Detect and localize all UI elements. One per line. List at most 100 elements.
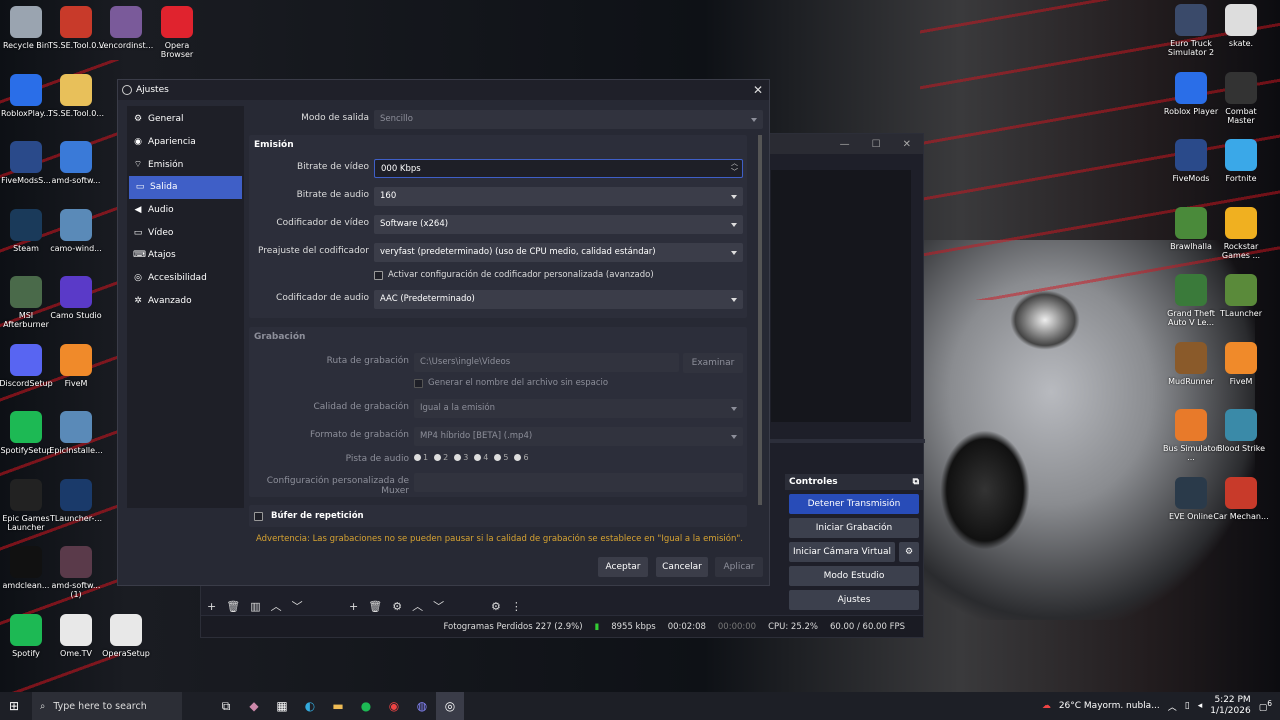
desktop-icon[interactable]: Rockstar Games ...: [1212, 206, 1270, 260]
start-virtual-camera-button[interactable]: Iniciar Cámara Virtual: [789, 542, 895, 562]
audio-bitrate-select[interactable]: 160: [374, 187, 743, 206]
filter-scene-icon[interactable]: ▥: [250, 600, 260, 613]
nav-item-avanzado[interactable]: ✲ Avanzado: [127, 290, 244, 313]
maximize-icon[interactable]: ☐: [872, 139, 881, 150]
output-mode-select[interactable]: Sencillo: [374, 110, 763, 129]
audio-encoder-select[interactable]: AAC (Predeterminado): [374, 290, 743, 309]
start-recording-button[interactable]: Iniciar Grabación: [789, 518, 919, 538]
desktop-icon[interactable]: amd-softw...: [47, 141, 105, 185]
cancel-button[interactable]: Cancelar: [656, 557, 708, 577]
move-down-icon[interactable]: ﹀: [292, 598, 303, 614]
nav-item-emision[interactable]: ⌔ Emisión: [127, 153, 244, 176]
recording-path-input[interactable]: C:\Users\ingle\Videos: [414, 353, 679, 372]
minimize-icon[interactable]: —: [840, 139, 850, 150]
spotify-icon[interactable]: ●: [352, 692, 380, 720]
desktop-icon[interactable]: Opera Browser: [148, 6, 206, 59]
video-encoder-select[interactable]: Software (x264): [374, 215, 743, 234]
nav-item-apariencia[interactable]: ◉ Apariencia: [127, 131, 244, 154]
ok-button[interactable]: Aceptar: [598, 557, 648, 577]
discord-icon[interactable]: ◍: [408, 692, 436, 720]
desktop-icon[interactable]: OperaSetup: [97, 613, 155, 658]
custom-encoder-checkbox[interactable]: Activar configuración de codificador per…: [374, 270, 654, 280]
radio-dot[interactable]: [434, 454, 442, 461]
network-icon[interactable]: ▯: [1185, 701, 1190, 711]
stop-stream-button[interactable]: Detener Transmisión: [789, 494, 919, 514]
desktop-icon[interactable]: EpicInstalle...: [47, 411, 105, 455]
radio-dot[interactable]: [454, 454, 462, 461]
desktop-icon[interactable]: TS.SE.Tool.0...: [47, 73, 105, 118]
desktop-icon[interactable]: TLauncher: [1212, 274, 1270, 318]
no-space-checkbox[interactable]: Generar el nombre del archivo sin espaci…: [414, 378, 608, 388]
add-source-icon[interactable]: +: [349, 600, 358, 613]
desktop-icon[interactable]: skate.: [1212, 4, 1270, 48]
desktop-icon[interactable]: TLauncher-...: [47, 478, 105, 523]
radio-dot[interactable]: [474, 454, 482, 461]
format-select[interactable]: MP4 híbrido [BETA] (.mp4): [414, 427, 743, 446]
store-icon[interactable]: ▦: [268, 692, 296, 720]
desktop-icon[interactable]: Fortnite: [1212, 139, 1270, 183]
more-options-icon[interactable]: ⋮: [511, 600, 522, 613]
nav-item-salida[interactable]: ▭ Salida: [129, 176, 242, 199]
nav-item-video[interactable]: ▭ Vídeo: [127, 221, 244, 244]
spinner-icon[interactable]: ︿ ﹀: [731, 159, 738, 177]
desktop-icon[interactable]: camo-wind...: [47, 208, 105, 253]
audio-track-radio[interactable]: 2: [434, 453, 448, 462]
desktop-icon[interactable]: Combat Master: [1212, 71, 1270, 125]
chevron-up-icon[interactable]: ︿: [1168, 700, 1177, 713]
checkbox-box[interactable]: [374, 270, 383, 280]
undock-icon[interactable]: ⧉: [913, 477, 919, 487]
clock[interactable]: 5:22 PM 1/1/2026: [1210, 695, 1250, 717]
nav-item-audio[interactable]: ◀ Audio: [127, 199, 244, 222]
apply-button[interactable]: Aplicar: [715, 557, 763, 577]
notification-icon[interactable]: ▢6: [1259, 699, 1272, 713]
weather-text[interactable]: 26°C Mayorm. nubla...: [1059, 701, 1160, 711]
chrome-icon[interactable]: ◉: [380, 692, 408, 720]
checkbox-box[interactable]: [414, 378, 423, 388]
radio-dot[interactable]: [494, 454, 502, 461]
audio-track-radio[interactable]: 3: [454, 453, 468, 462]
checkbox-box[interactable]: [254, 511, 263, 521]
desktop-icon[interactable]: FiveM: [1212, 341, 1270, 386]
move-up-icon[interactable]: ︿: [412, 598, 423, 614]
taskbar-search[interactable]: ⌕ Type here to search: [32, 692, 182, 720]
move-down-icon[interactable]: ﹀: [433, 598, 444, 614]
nav-item-atajos[interactable]: ⌨ Atajos: [127, 244, 244, 267]
desktop-icon[interactable]: FiveM: [47, 343, 105, 388]
obs-icon[interactable]: ◎: [436, 692, 464, 720]
video-bitrate-input[interactable]: 000 Kbps ︿ ﹀: [374, 159, 743, 178]
desktop-icon[interactable]: Car Mechan...: [1212, 476, 1270, 521]
settings-button[interactable]: Ajustes: [789, 590, 919, 610]
scrollbar[interactable]: [758, 135, 762, 505]
close-icon[interactable]: ✕: [903, 139, 911, 150]
add-scene-icon[interactable]: +: [207, 600, 216, 613]
virtual-camera-settings-icon[interactable]: ⚙: [899, 542, 919, 562]
explorer-icon[interactable]: ▬: [324, 692, 352, 720]
browse-button[interactable]: Examinar: [683, 353, 743, 373]
desktop-icon[interactable]: Camo Studio: [47, 276, 105, 320]
nav-item-accesibilidad[interactable]: ◎ Accesibilidad: [127, 267, 244, 290]
nav-item-general[interactable]: ⚙ General: [127, 108, 244, 131]
task-view-icon[interactable]: ⧉: [212, 692, 240, 720]
studio-mode-button[interactable]: Modo Estudio: [789, 566, 919, 586]
copilot-icon[interactable]: ◆: [240, 692, 268, 720]
desktop-icon[interactable]: Blood Strike: [1212, 409, 1270, 453]
remove-source-icon[interactable]: 🗑: [368, 600, 382, 613]
audio-track-radio[interactable]: 5: [494, 453, 508, 462]
audio-track-radio[interactable]: 6: [514, 453, 529, 462]
source-settings-icon[interactable]: ⚙: [392, 600, 402, 613]
radio-dot[interactable]: [414, 454, 421, 461]
mixer-settings-icon[interactable]: ⚙: [491, 600, 501, 613]
audio-track-radio[interactable]: 4: [474, 453, 488, 462]
move-up-icon[interactable]: ︿: [271, 598, 282, 614]
muxer-input[interactable]: [414, 473, 743, 492]
windows-start-icon[interactable]: ⊞: [0, 692, 28, 720]
audio-track-radio[interactable]: 1: [414, 453, 428, 462]
radio-dot[interactable]: [514, 454, 522, 461]
close-icon[interactable]: ✕: [753, 83, 763, 97]
volume-icon[interactable]: ◂: [1198, 701, 1203, 711]
replay-buffer-checkbox[interactable]: Búfer de repetición: [254, 511, 364, 521]
desktop-icon[interactable]: Vencordinst...: [97, 6, 155, 50]
desktop-icon[interactable]: amd-softw... (1): [47, 546, 105, 599]
quality-select[interactable]: Igual a la emisión: [414, 399, 743, 418]
preset-select[interactable]: veryfast (predeterminado) (uso de CPU me…: [374, 243, 743, 262]
